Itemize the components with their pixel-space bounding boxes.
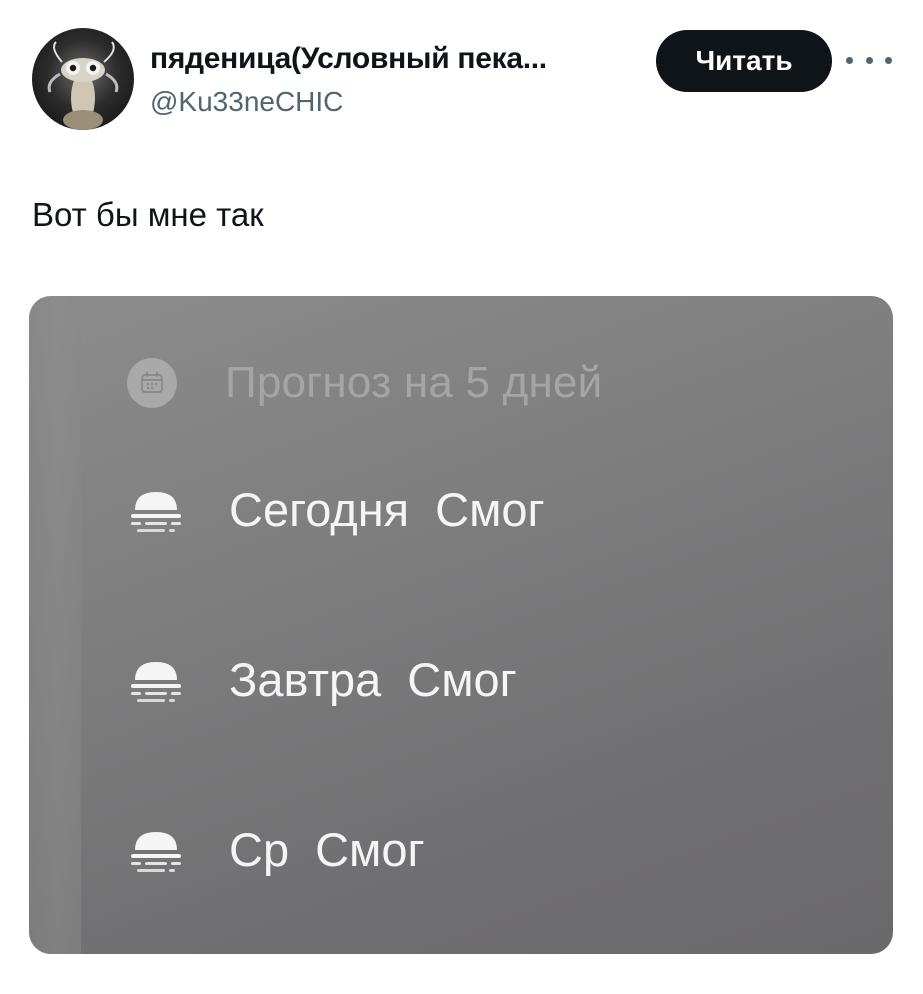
forecast-day: Сегодня xyxy=(229,483,410,536)
forecast-condition: Смог xyxy=(315,823,425,876)
fog-icon xyxy=(127,484,185,536)
forecast-row-wednesday: Ср Смог xyxy=(127,822,425,877)
fog-icon xyxy=(127,654,185,706)
more-dot xyxy=(885,56,892,64)
forecast-title: Прогноз на 5 дней xyxy=(225,358,603,407)
tweet-text: Вот бы мне так xyxy=(32,196,264,233)
forecast-day: Ср xyxy=(229,823,290,876)
forecast-day: Завтра xyxy=(229,653,382,706)
avatar[interactable] xyxy=(32,28,134,130)
more-dots-icon[interactable] xyxy=(846,40,892,80)
media-edge-shade xyxy=(29,296,81,954)
more-dot xyxy=(846,56,853,64)
follow-button[interactable]: Читать xyxy=(656,30,832,92)
forecast-row-today: Сегодня Смог xyxy=(127,482,545,537)
tweet-media-image[interactable]: Прогноз на 5 дней Сегодня Смог Завтра См… xyxy=(29,296,893,954)
forecast-row-tomorrow: Завтра Смог xyxy=(127,652,517,707)
fog-icon xyxy=(127,824,185,876)
avatar-image xyxy=(47,41,119,130)
forecast-condition: Смог xyxy=(435,483,545,536)
forecast-condition: Смог xyxy=(407,653,517,706)
more-dot xyxy=(865,56,873,64)
forecast-header: Прогноз на 5 дней xyxy=(127,358,602,408)
calendar-icon xyxy=(127,358,177,408)
author-display-name[interactable]: пяденица(Условный пека... xyxy=(150,42,547,76)
author-handle[interactable]: @Ku33neCHIC xyxy=(150,86,343,118)
